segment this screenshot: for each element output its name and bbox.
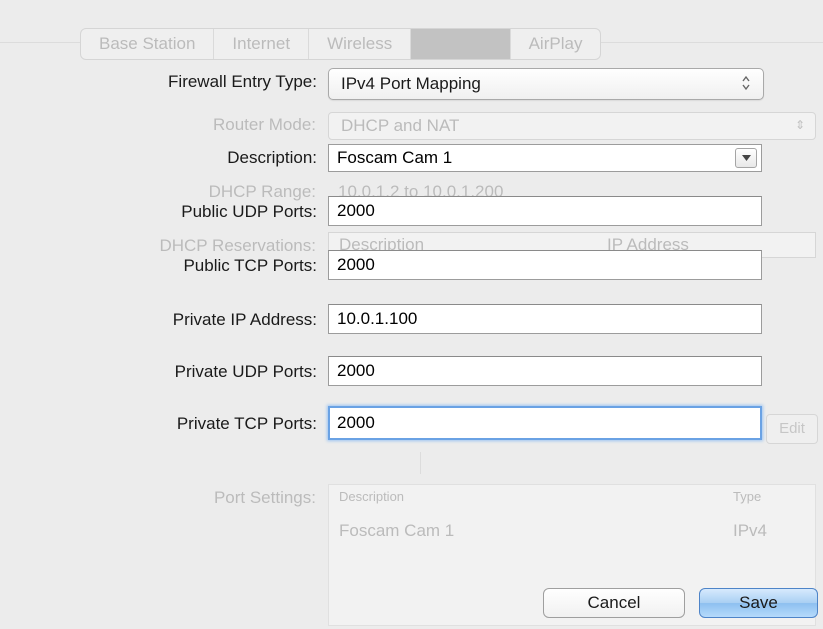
public-udp-ports-field[interactable] <box>328 196 762 226</box>
port-settings-label: Port Settings: <box>213 488 316 507</box>
private-udp-ports-field[interactable] <box>328 356 762 386</box>
private-tcp-ports-field[interactable] <box>328 406 762 440</box>
description-combo-box <box>328 144 762 172</box>
firewall-entry-type-value: IPv4 Port Mapping <box>341 74 481 93</box>
port-table-header-description: Description <box>339 489 405 504</box>
port-table-row-type: IPv4 <box>733 521 768 540</box>
public-udp-ports-label: Public UDP Ports: <box>181 202 317 221</box>
triangle-down-icon <box>742 155 751 161</box>
firewall-entry-type-label: Firewall Entry Type: <box>168 72 317 91</box>
description-input[interactable] <box>329 145 733 171</box>
private-ip-address-label: Private IP Address: <box>172 310 317 329</box>
popup-arrows-icon <box>742 75 750 91</box>
private-ip-address-field[interactable] <box>328 304 762 334</box>
tab-internet: Internet <box>214 29 310 59</box>
public-tcp-ports-field[interactable] <box>328 250 762 280</box>
dhcp-reservations-label: DHCP Reservations: <box>159 236 316 255</box>
tab-base-station: Base Station <box>81 29 215 59</box>
tab-airplay: AirPlay <box>528 34 583 53</box>
router-mode-value: DHCP and NAT <box>341 116 460 135</box>
port-table-row-description: Foscam Cam 1 <box>339 521 455 540</box>
cancel-button[interactable]: Cancel <box>543 588 685 618</box>
firewall-entry-type-popup[interactable]: IPv4 Port Mapping <box>328 68 764 100</box>
popup-arrows-icon: ⇕ <box>794 118 805 132</box>
tab-wireless: Wireless <box>309 29 412 59</box>
router-mode-popup: DHCP and NAT ⇕ <box>328 112 816 140</box>
description-label: Description: <box>227 148 317 167</box>
router-mode-label: Router Mode: <box>213 115 316 134</box>
description-dropdown-button[interactable] <box>735 148 757 168</box>
edit-button: Edit <box>766 414 818 444</box>
tab-network: Network <box>411 29 511 59</box>
private-udp-ports-label: Private UDP Ports: <box>174 362 317 381</box>
port-table-header-type: Type <box>733 489 762 504</box>
divider <box>420 452 421 474</box>
toolbar-divider <box>0 42 823 43</box>
private-tcp-ports-label: Private TCP Ports: <box>176 414 317 433</box>
save-button[interactable]: Save <box>699 588 818 618</box>
tab-bar: Base Station Internet Wireless Network A… <box>80 28 602 60</box>
dhcp-range-label: DHCP Range: <box>208 182 316 201</box>
public-tcp-ports-label: Public TCP Ports: <box>183 256 317 275</box>
